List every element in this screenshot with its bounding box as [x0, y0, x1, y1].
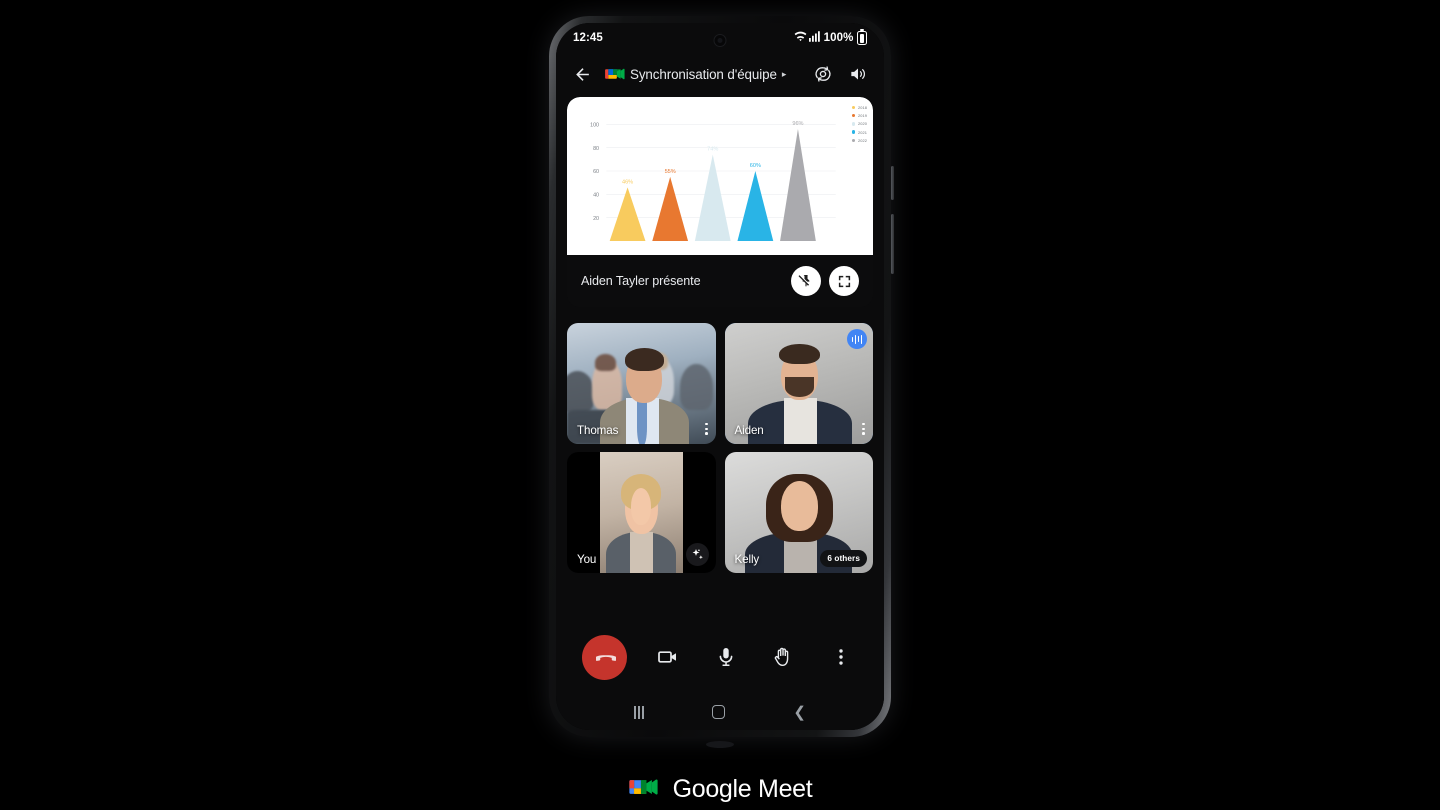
power-button[interactable] [891, 214, 894, 274]
android-navigation-bar: ❮ [556, 694, 884, 730]
presentation-status-bar: Aiden Tayler présente [567, 255, 873, 307]
home-icon[interactable] [711, 705, 726, 719]
svg-text:46%: 46% [622, 179, 633, 185]
front-camera-punchhole [713, 34, 727, 47]
microphone-toggle-button[interactable] [709, 640, 743, 674]
legend-label: 2018 [857, 105, 867, 110]
svg-text:40: 40 [593, 193, 599, 199]
participant-grid: Thomas Aiden You Kelly 6 others [567, 323, 873, 573]
legend-item: 2021 [851, 129, 867, 135]
unpin-icon[interactable] [791, 266, 821, 296]
legend-label: 2021 [857, 129, 867, 135]
legend-swatch [851, 138, 855, 142]
screenshot-canvas: 12:45 100% Synchronisation d'équipe ▸ 20… [0, 0, 1440, 810]
legend-item: 2022 [851, 137, 867, 143]
participant-name-aiden: Aiden [734, 424, 764, 437]
legend-swatch [851, 113, 855, 118]
chart-legend: 2018 2019 2020 2021 2022 [851, 105, 867, 143]
chevron-right-icon: ▸ [781, 68, 787, 79]
recents-icon[interactable] [633, 705, 644, 719]
participant-tile-kelly[interactable]: Kelly 6 others [724, 452, 873, 573]
phone-screen: 12:45 100% Synchronisation d'équipe ▸ 20… [556, 23, 884, 730]
participant-tile-thomas[interactable]: Thomas [567, 323, 716, 444]
svg-text:20: 20 [593, 216, 599, 222]
status-bar: 12:45 100% [556, 23, 884, 53]
legend-item: 2020 [851, 121, 867, 127]
volume-up-button[interactable] [891, 166, 894, 200]
participant-tile-aiden[interactable]: Aiden [724, 323, 873, 444]
brand-label: Google Meet [672, 775, 813, 803]
raise-hand-button[interactable] [766, 640, 800, 674]
meeting-controls-bar [556, 620, 884, 694]
visual-effects-icon[interactable] [685, 543, 709, 566]
meeting-app-bar: Synchronisation d'équipe ▸ [556, 53, 884, 95]
legend-label: 2020 [857, 121, 867, 127]
meeting-title: Synchronisation d'équipe [630, 66, 777, 82]
participant-tile-you[interactable]: You [567, 452, 716, 573]
speaker-volume-icon[interactable] [845, 61, 871, 87]
meeting-title-button[interactable]: Synchronisation d'équipe ▸ [604, 66, 801, 82]
fullscreen-icon[interactable] [829, 266, 859, 296]
participant-name-kelly: Kelly [734, 553, 760, 566]
svg-text:60%: 60% [750, 163, 761, 169]
svg-text:96%: 96% [792, 121, 803, 127]
presenter-label: Aiden Tayler présente [581, 274, 701, 288]
more-options-icon[interactable] [862, 422, 865, 435]
back-icon[interactable]: ❮ [793, 705, 806, 720]
svg-text:100: 100 [590, 123, 599, 129]
back-arrow-icon[interactable] [569, 61, 595, 87]
switch-camera-icon[interactable] [810, 61, 836, 87]
legend-item: 2018 [851, 105, 867, 110]
wifi-icon [794, 31, 807, 45]
presentation-card[interactable]: 20 40 60 80 100 46% 55% 74% 60% 96% 2018 2019 2020 2… [567, 97, 873, 307]
phone-device-frame: 12:45 100% Synchronisation d'équipe ▸ 20… [549, 16, 894, 748]
google-meet-branding: Google Meet [0, 775, 1440, 804]
legend-swatch [851, 130, 855, 134]
cellular-signal-icon [809, 31, 821, 45]
camera-toggle-button[interactable] [651, 640, 685, 674]
audio-activity-icon [847, 329, 867, 349]
google-meet-logo-icon [604, 66, 625, 82]
battery-percent-label: 100% [823, 32, 854, 44]
other-participants-badge[interactable]: 6 others [820, 550, 867, 567]
bottom-speaker-grill [706, 741, 734, 748]
legend-label: 2019 [857, 113, 867, 119]
svg-text:55%: 55% [665, 169, 676, 175]
participant-name-you: You [577, 553, 597, 566]
battery-full-icon [857, 31, 867, 45]
more-controls-button[interactable] [824, 640, 858, 674]
end-call-button[interactable] [582, 634, 627, 680]
svg-text:60: 60 [593, 169, 599, 175]
legend-swatch [851, 105, 855, 110]
participant-name-thomas: Thomas [577, 424, 619, 437]
svg-text:74%: 74% [707, 147, 718, 153]
chart-plot-area: 20 40 60 80 100 46% 55% 74% 60% 96% [590, 121, 836, 241]
legend-label: 2022 [857, 137, 867, 143]
svg-text:80: 80 [593, 146, 599, 152]
shared-screen-chart: 20 40 60 80 100 46% 55% 74% 60% 96% 2018 2019 2020 2… [567, 97, 873, 255]
more-options-icon[interactable] [704, 422, 708, 435]
legend-swatch [851, 122, 855, 126]
status-bar-time: 12:45 [573, 32, 603, 44]
google-meet-logo-icon [628, 775, 658, 804]
legend-item: 2019 [851, 113, 867, 119]
